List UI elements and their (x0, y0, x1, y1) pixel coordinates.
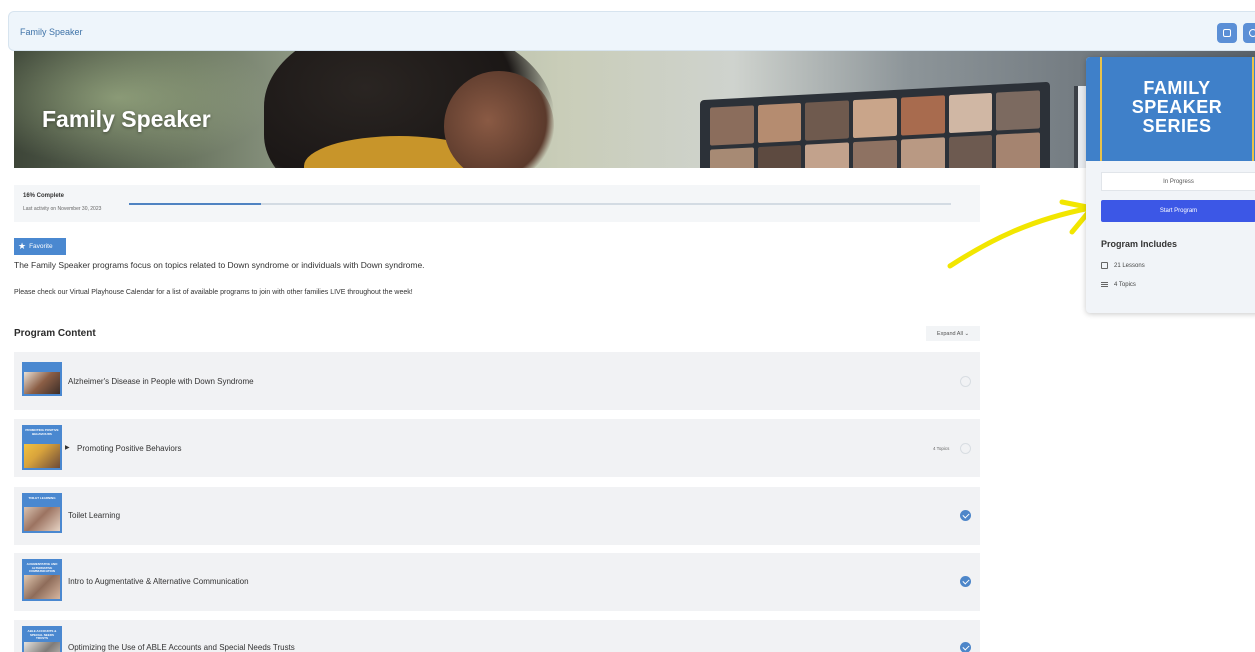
lesson-thumbnail: ABLE ACCOUNTS & SPECIAL NEEDS TRUSTS (22, 626, 62, 652)
lesson-row[interactable]: ABLE ACCOUNTS & SPECIAL NEEDS TRUSTS Opt… (14, 620, 980, 652)
last-activity: Last activity on November 30, 2023 (23, 206, 102, 212)
program-card: FAMILY SPEAKER SERIES In Progress Start … (1086, 57, 1255, 313)
topics-count: 4 Topics (1114, 281, 1136, 288)
lesson-row[interactable]: Alzheimer's Disease in People with Down … (14, 352, 980, 410)
expand-caret-icon[interactable]: ▶ (65, 444, 70, 451)
topics-count-item: 4 Topics (1101, 281, 1136, 288)
lesson-thumbnail: PROMOTING POSITIVE BEHAVIOURS (22, 425, 62, 470)
card-image-line-3: SERIES (1142, 116, 1212, 136)
favorite-label: Favorite (29, 243, 53, 250)
top-bar: Family Speaker (8, 11, 1255, 51)
program-includes-title: Program Includes (1101, 239, 1178, 249)
lesson-row[interactable]: TOILET LEARNING Toilet Learning (14, 487, 980, 545)
lesson-thumbnail-caption: PROMOTING POSITIVE BEHAVIOURS (25, 428, 59, 436)
program-card-image: FAMILY SPEAKER SERIES (1086, 57, 1255, 161)
lesson-title[interactable]: Optimizing the Use of ABLE Accounts and … (68, 643, 295, 652)
favorite-button[interactable]: ★ Favorite (14, 238, 66, 255)
status-badge: In Progress (1101, 172, 1255, 191)
description-line-1: The Family Speaker programs focus on top… (14, 260, 425, 270)
lesson-complete-check-icon (960, 642, 971, 652)
lesson-topics-count: 4 Topics (933, 446, 950, 451)
lesson-thumbnail-caption (24, 364, 60, 372)
hero-banner: Family Speaker (14, 51, 1255, 168)
book-icon (1101, 262, 1108, 269)
description-line-2: Please check our Virtual Playhouse Calen… (14, 289, 413, 296)
lesson-thumbnail-caption: AUGMENTATIVE AND ALTERNATIVE COMMUNICATI… (26, 562, 58, 573)
progress-percent: 16% Complete (23, 193, 65, 199)
progress-track (129, 203, 951, 205)
breadcrumb[interactable]: Family Speaker (20, 27, 83, 37)
start-program-button[interactable]: Start Program (1101, 200, 1255, 222)
lesson-status-incomplete (960, 443, 971, 454)
lesson-thumbnail-caption: TOILET LEARNING (28, 496, 56, 500)
page-title: Family Speaker (42, 106, 211, 132)
star-icon: ★ (18, 241, 27, 251)
search-icon (1249, 29, 1255, 37)
lesson-status-incomplete (960, 376, 971, 387)
lesson-title[interactable]: Toilet Learning (68, 511, 120, 520)
topbar-button-1[interactable] (1217, 23, 1237, 43)
card-image-line-1: FAMILY (1143, 78, 1211, 98)
lesson-title[interactable]: Intro to Augmentative & Alternative Comm… (68, 577, 249, 586)
program-content-title: Program Content (14, 328, 96, 339)
lesson-complete-check-icon (960, 576, 971, 587)
card-image-line-2: SPEAKER (1131, 97, 1223, 117)
lessons-count: 21 Lessons (1114, 262, 1145, 269)
lesson-title[interactable]: Promoting Positive Behaviors (77, 444, 182, 453)
expand-all-button[interactable]: Expand All ⌄ (926, 326, 980, 341)
lesson-thumbnail: AUGMENTATIVE AND ALTERNATIVE COMMUNICATI… (22, 559, 62, 601)
progress-fill (129, 203, 261, 205)
progress-panel: 16% Complete Last activity on November 3… (14, 185, 980, 222)
topbar-button-2[interactable] (1243, 23, 1255, 43)
lesson-thumbnail: TOILET LEARNING (22, 493, 62, 533)
lesson-title[interactable]: Alzheimer's Disease in People with Down … (68, 377, 254, 386)
square-icon (1223, 29, 1231, 37)
lesson-row[interactable]: AUGMENTATIVE AND ALTERNATIVE COMMUNICATI… (14, 553, 980, 611)
lesson-row[interactable]: PROMOTING POSITIVE BEHAVIOURS ▶ Promotin… (14, 419, 980, 477)
list-icon (1101, 281, 1108, 288)
lesson-thumbnail-caption: ABLE ACCOUNTS & SPECIAL NEEDS TRUSTS (27, 629, 57, 640)
lesson-thumbnail (22, 362, 62, 396)
lesson-complete-check-icon (960, 510, 971, 521)
annotation-arrow-icon (947, 199, 1095, 269)
lessons-count-item: 21 Lessons (1101, 262, 1145, 269)
